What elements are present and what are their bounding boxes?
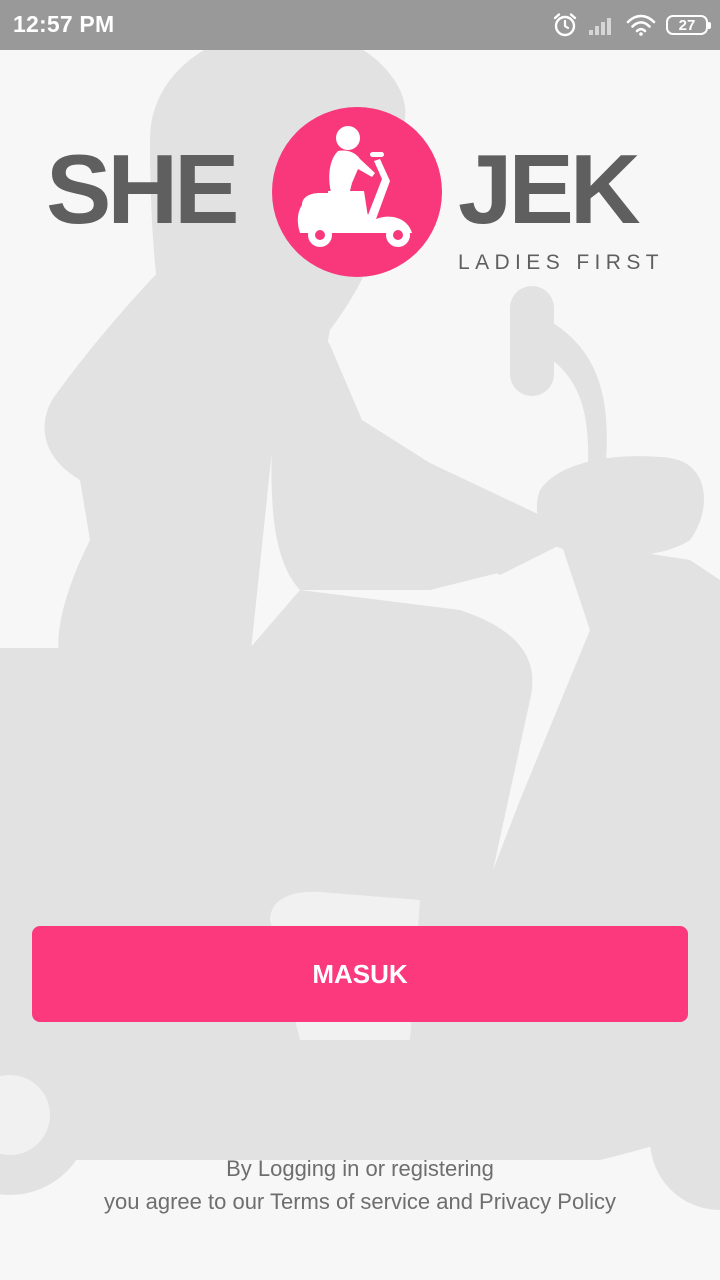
woman-scooter-icon bbox=[272, 107, 442, 277]
status-bar: 12:57 PM 27 bbox=[0, 0, 720, 50]
battery-level: 27 bbox=[678, 16, 696, 34]
terms-line-1: By Logging in or registering bbox=[226, 1156, 494, 1181]
alarm-icon bbox=[552, 12, 578, 38]
signal-icon bbox=[588, 14, 616, 36]
logo-text-jek: JEK bbox=[458, 134, 641, 244]
masuk-button[interactable]: MASUK bbox=[32, 926, 688, 1022]
status-icons: 27 bbox=[552, 10, 711, 40]
battery-icon: 27 bbox=[666, 15, 711, 35]
terms-notice: By Logging in or registering you agree t… bbox=[0, 1152, 720, 1218]
logo-text-she: SHE bbox=[46, 134, 240, 244]
wifi-icon bbox=[626, 14, 656, 36]
logo-tagline: LADIES FIRST bbox=[458, 251, 664, 274]
status-time: 12:57 PM bbox=[13, 11, 115, 37]
terms-line-2[interactable]: you agree to our Terms of service and Pr… bbox=[0, 1185, 720, 1218]
